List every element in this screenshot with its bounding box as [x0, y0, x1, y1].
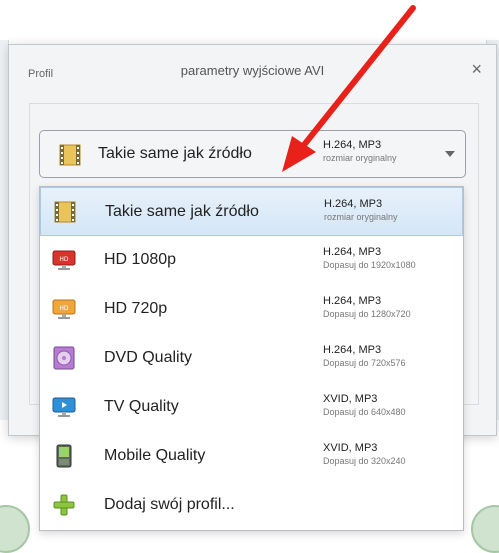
selected-profile-label: Takie same jak źródło — [98, 145, 252, 162]
selected-profile-detail: rozmiar oryginalny — [323, 153, 397, 163]
profile-select[interactable]: Takie same jak źródło H.264, MP3 rozmiar… — [39, 130, 466, 178]
svg-text:HD: HD — [59, 305, 69, 312]
item-detail: Dopasuj do 640x480 — [323, 407, 406, 417]
film-icon — [54, 201, 76, 223]
item-info: H.264, MP3 Dopasuj do 1280x720 — [323, 295, 411, 321]
list-item[interactable]: HD HD 720p H.264, MP3 Dopasuj do 1280x72… — [40, 285, 463, 334]
item-detail: Dopasuj do 1280x720 — [323, 309, 411, 319]
item-detail: rozmiar oryginalny — [324, 212, 398, 222]
item-codec: H.264, MP3 — [323, 344, 382, 356]
tv-icon — [52, 397, 76, 417]
add-profile-label: Dodaj swój profil... — [104, 496, 235, 513]
plus-icon — [53, 494, 75, 516]
dvd-icon — [53, 346, 75, 370]
item-label: HD 1080p — [104, 251, 177, 268]
add-profile-item[interactable]: Dodaj swój profil... — [40, 481, 463, 530]
selected-profile-codec: H.264, MP3 — [323, 139, 382, 151]
background-button-left — [0, 505, 30, 553]
chevron-down-icon[interactable] — [445, 151, 455, 157]
background-button-right — [471, 505, 499, 553]
item-codec: H.264, MP3 — [323, 295, 382, 307]
hd-monitor-orange-icon: HD — [52, 299, 76, 319]
profile-label: Profil — [28, 68, 54, 80]
item-info: H.264, MP3 Dopasuj do 720x576 — [323, 344, 406, 370]
item-label: DVD Quality — [104, 349, 193, 366]
item-label: Takie same jak źródło — [105, 203, 259, 220]
mobile-icon — [56, 444, 72, 468]
selected-profile-info: H.264, MP3 rozmiar oryginalny — [323, 139, 397, 165]
item-codec: XVID, MP3 — [323, 393, 378, 405]
hd-monitor-red-icon: HD — [52, 250, 76, 270]
dialog-title: parametry wyjściowe AVI — [180, 63, 325, 78]
item-detail: Dopasuj do 1920x1080 — [323, 260, 416, 270]
list-item[interactable]: Takie same jak źródło H.264, MP3 rozmiar… — [40, 187, 463, 236]
list-item[interactable]: TV Quality XVID, MP3 Dopasuj do 640x480 — [40, 383, 463, 432]
item-label: Mobile Quality — [104, 447, 206, 464]
film-icon — [59, 144, 81, 166]
item-codec: XVID, MP3 — [323, 442, 378, 454]
profile-dropdown-list: Takie same jak źródło H.264, MP3 rozmiar… — [39, 186, 464, 531]
close-button[interactable]: × — [471, 59, 482, 80]
list-item[interactable]: DVD Quality H.264, MP3 Dopasuj do 720x57… — [40, 334, 463, 383]
item-detail: Dopasuj do 720x576 — [323, 358, 406, 368]
item-codec: H.264, MP3 — [324, 198, 383, 210]
item-detail: Dopasuj do 320x240 — [323, 456, 406, 466]
list-item[interactable]: Mobile Quality XVID, MP3 Dopasuj do 320x… — [40, 432, 463, 481]
item-info: H.264, MP3 rozmiar oryginalny — [324, 198, 398, 224]
svg-text:HD: HD — [59, 256, 69, 263]
item-info: XVID, MP3 Dopasuj do 320x240 — [323, 442, 406, 468]
list-item[interactable]: HD HD 1080p H.264, MP3 Dopasuj do 1920x1… — [40, 236, 463, 285]
item-label: TV Quality — [104, 398, 179, 415]
item-info: XVID, MP3 Dopasuj do 640x480 — [323, 393, 406, 419]
item-label: HD 720p — [104, 300, 168, 317]
item-info: H.264, MP3 Dopasuj do 1920x1080 — [323, 246, 416, 272]
item-codec: H.264, MP3 — [323, 246, 382, 258]
